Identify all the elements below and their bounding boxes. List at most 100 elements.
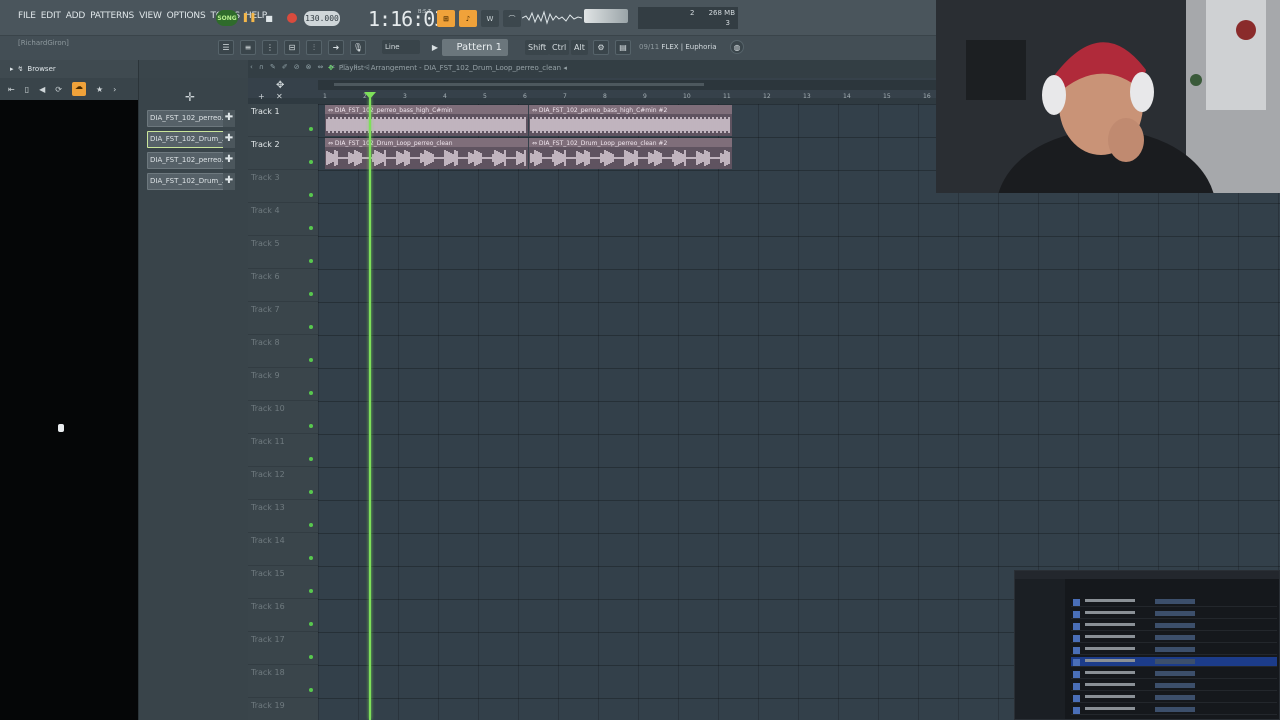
track-header[interactable]: Track 2 xyxy=(248,137,318,170)
more-icon[interactable]: › xyxy=(113,85,116,94)
track-mute-led[interactable] xyxy=(309,391,313,395)
track-header[interactable]: Track 9 xyxy=(248,368,318,401)
picker-add-icon[interactable]: ✚ xyxy=(223,173,235,190)
chevron-left-icon[interactable]: ‹ xyxy=(250,63,253,72)
delete-icon[interactable]: ⊘ xyxy=(294,63,300,72)
file-icon[interactable]: ▯ xyxy=(25,85,29,94)
track-header[interactable]: Track 1 xyxy=(248,104,318,137)
sync-icon[interactable]: ⟳ xyxy=(55,85,62,94)
menu-view[interactable]: VIEW xyxy=(139,11,162,21)
tempo-display[interactable]: 130.000 xyxy=(304,11,340,26)
track-mute-led[interactable] xyxy=(309,358,313,362)
track-header[interactable]: Track 15 xyxy=(248,566,318,599)
track-mute-led[interactable] xyxy=(309,127,313,131)
track-mute-led[interactable] xyxy=(309,325,313,329)
track-mute-led[interactable] xyxy=(309,259,313,263)
picker-add-icon[interactable]: ✚ xyxy=(223,110,235,127)
track-header[interactable]: Track 12 xyxy=(248,467,318,500)
track-header[interactable]: Track 14 xyxy=(248,533,318,566)
brush-icon[interactable]: ✐ xyxy=(282,63,288,72)
track-mute-led[interactable] xyxy=(309,622,313,626)
countdown-button[interactable]: ⌒ xyxy=(503,10,521,27)
track-mute-led[interactable] xyxy=(309,424,313,428)
snap-select[interactable]: Line xyxy=(382,40,420,54)
ctrl-key-button[interactable]: Ctrl xyxy=(549,40,570,55)
view-pianoroll-button[interactable]: ≡ xyxy=(240,40,256,55)
picker-item[interactable]: DIA_FST_102_perreo... xyxy=(147,110,235,127)
magnet-icon[interactable]: ∩ xyxy=(259,63,264,72)
move-icon[interactable]: ✛ xyxy=(185,90,195,104)
pattern-select[interactable]: Pattern 1 xyxy=(442,39,508,56)
track-header[interactable]: Track 4 xyxy=(248,203,318,236)
menu-edit[interactable]: EDIT xyxy=(41,11,61,21)
picker-add-icon[interactable]: ✚ xyxy=(223,131,235,148)
menu-file[interactable]: FILE xyxy=(18,11,36,21)
step-edit-button[interactable]: ⊞ xyxy=(437,10,455,27)
playlist-overview-scroll[interactable] xyxy=(318,80,936,90)
view-mixer-button[interactable]: ⊟ xyxy=(284,40,300,55)
audio-clip[interactable]: ⇔ DIA_FST_102_Drum_Loop_perreo_clean #2 xyxy=(529,138,732,169)
track-mute-led[interactable] xyxy=(309,655,313,659)
view-browser-button[interactable]: ⫶ xyxy=(306,40,322,55)
chevron-right-icon[interactable]: ▸ xyxy=(10,65,14,73)
update-button[interactable]: ◍ xyxy=(730,40,744,54)
cloud-icon[interactable]: ☁ xyxy=(71,82,86,96)
metronome-button[interactable]: ♪ xyxy=(459,10,477,27)
track-header[interactable]: Track 18 xyxy=(248,665,318,698)
track-mute-led[interactable] xyxy=(309,160,313,164)
track-mute-led[interactable] xyxy=(309,193,313,197)
news-button[interactable]: ▤ xyxy=(615,40,631,55)
speaker-icon[interactable]: ◀ xyxy=(39,85,45,94)
master-volume-slider[interactable] xyxy=(584,9,628,23)
add-icon[interactable]: + xyxy=(258,92,265,101)
pin-icon[interactable]: ↯ xyxy=(18,65,24,73)
close-icon[interactable]: ✕ xyxy=(276,92,283,101)
picker-item[interactable]: DIA_FST_102_Drum_... xyxy=(147,173,235,190)
wait-input-button[interactable]: W xyxy=(481,10,499,27)
shift-key-button[interactable]: Shift xyxy=(525,40,550,55)
mute-icon[interactable]: ⊗ xyxy=(306,63,312,72)
track-header[interactable]: Track 11 xyxy=(248,434,318,467)
overview-thumb[interactable] xyxy=(334,83,704,86)
track-header[interactable]: Track 7 xyxy=(248,302,318,335)
online-button[interactable]: ⚙ xyxy=(593,40,609,55)
track-header[interactable]: Track 10 xyxy=(248,401,318,434)
track-header[interactable]: Track 13 xyxy=(248,500,318,533)
picker-item[interactable]: DIA_FST_102_perreo... xyxy=(147,152,235,169)
track-mute-led[interactable] xyxy=(309,556,313,560)
move-icon[interactable]: ✥ xyxy=(276,80,284,91)
track-mute-led[interactable] xyxy=(309,523,313,527)
track-mute-led[interactable] xyxy=(309,688,313,692)
view-playlist-button[interactable]: ☰ xyxy=(218,40,234,55)
menu-add[interactable]: ADD xyxy=(66,11,86,21)
picker-add-icon[interactable]: ✚ xyxy=(223,152,235,169)
menu-patterns[interactable]: PATTERNS xyxy=(90,11,134,21)
audio-clip[interactable]: ⇔ DIA_FST_102_Drum_Loop_perreo_clean xyxy=(325,138,528,169)
playhead[interactable] xyxy=(369,98,371,720)
song-mode-button[interactable]: SONG xyxy=(216,10,238,26)
slip-icon[interactable]: ⇔ xyxy=(317,63,323,72)
menu-options[interactable]: OPTIONS xyxy=(167,11,206,21)
star-icon[interactable]: ★ xyxy=(96,85,103,94)
track-header[interactable]: Track 8 xyxy=(248,335,318,368)
track-header[interactable]: Track 6 xyxy=(248,269,318,302)
track-header[interactable]: Track 5 xyxy=(248,236,318,269)
pencil-icon[interactable]: ✎ xyxy=(270,63,276,72)
plugin-picker-button[interactable]: ➜ xyxy=(328,40,344,55)
audio-clip[interactable]: ⇔ DIA_FST_102_perreo_bass_high_C#min xyxy=(325,105,528,136)
track-header[interactable]: Track 19 xyxy=(248,698,318,720)
track-header[interactable]: Track 17 xyxy=(248,632,318,665)
stop-button[interactable]: ■ xyxy=(260,10,278,26)
view-channelrack-button[interactable]: ⋮ xyxy=(262,40,278,55)
pause-button[interactable]: ❚❚ xyxy=(240,10,258,26)
record-button[interactable] xyxy=(283,10,301,26)
track-header[interactable]: Track 3 xyxy=(248,170,318,203)
picker-item[interactable]: DIA_FST_102_Drum_... xyxy=(147,131,235,148)
track-mute-led[interactable] xyxy=(309,457,313,461)
track-mute-led[interactable] xyxy=(309,589,313,593)
audio-clip[interactable]: ⇔ DIA_FST_102_perreo_bass_high_C#min #2 xyxy=(529,105,732,136)
track-header[interactable]: Track 16 xyxy=(248,599,318,632)
collapse-icon[interactable]: ⇤ xyxy=(8,85,15,94)
track-mute-led[interactable] xyxy=(309,226,313,230)
pattern-prev-button[interactable]: ▶ xyxy=(427,40,443,55)
